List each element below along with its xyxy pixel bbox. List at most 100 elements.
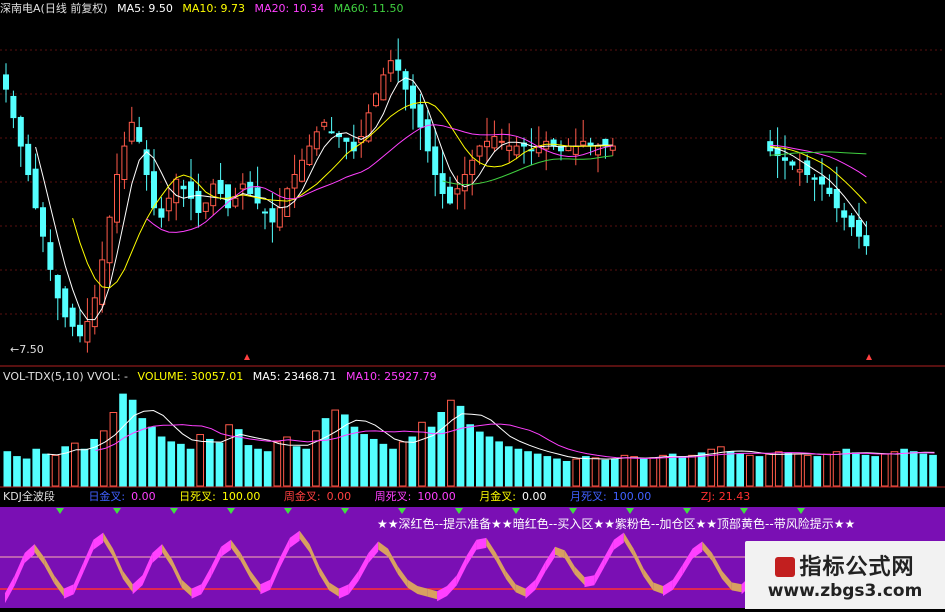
candle-body xyxy=(136,127,143,142)
volume-bar xyxy=(148,426,156,487)
candle-body xyxy=(863,235,870,247)
volume-bar xyxy=(234,429,243,487)
kdj-title: KDJ全波段 xyxy=(3,490,55,503)
volume-bar xyxy=(774,451,783,487)
volume-bar xyxy=(32,448,41,487)
kdj-month-dead-value: 100.00 xyxy=(612,490,652,503)
volume-bar xyxy=(803,454,812,487)
volume-bar xyxy=(196,434,205,487)
candle-body xyxy=(239,183,246,190)
candle-body xyxy=(151,171,157,209)
candle-body xyxy=(580,140,587,146)
candle-body xyxy=(833,189,840,209)
volume-bar xyxy=(167,441,176,487)
volume-bar xyxy=(379,443,388,487)
candle-body xyxy=(54,275,61,299)
volume-bar xyxy=(292,446,301,487)
volume-bar xyxy=(832,451,841,487)
candle-body xyxy=(84,321,91,343)
volume-bar xyxy=(909,451,918,487)
candle-body xyxy=(811,177,818,180)
candle-body xyxy=(550,139,557,147)
candle-body xyxy=(291,174,298,189)
watermark-title-text: 指标公式网 xyxy=(799,555,915,580)
volume-bar xyxy=(601,459,609,487)
candle-body xyxy=(609,145,616,151)
volume-bar xyxy=(871,456,879,487)
kdj-month-dead: 月死叉: 100.00 xyxy=(570,490,657,503)
volume-bar xyxy=(456,405,465,487)
price-ma20: MA20: 10.34 xyxy=(254,2,325,15)
candle-body xyxy=(62,288,69,318)
candle-body xyxy=(461,174,468,192)
volume-bar xyxy=(861,454,870,487)
watermark-url: www.zbgs3.com xyxy=(767,581,923,601)
watermark-title: 指标公式网 xyxy=(745,549,945,581)
candle-body xyxy=(180,185,187,190)
volume-bar xyxy=(929,454,937,487)
volume-bar xyxy=(225,424,233,487)
volume-bar xyxy=(765,453,773,487)
volume-bar xyxy=(476,431,484,487)
kdj-month-golden-value: 0.00 xyxy=(522,490,547,503)
volume-bar xyxy=(659,454,667,487)
candle-body xyxy=(328,131,335,134)
candle-body xyxy=(99,259,106,305)
volume-bar xyxy=(51,454,60,487)
volume-bar xyxy=(504,446,513,487)
volume-bar xyxy=(312,430,320,487)
volume-bar xyxy=(543,456,552,487)
kdj-week-golden-value: 0.00 xyxy=(326,490,352,503)
candle-body xyxy=(195,190,202,213)
kdj-week-golden-label: 周金叉: xyxy=(283,490,321,503)
volume-bar xyxy=(206,438,214,487)
volume-bar xyxy=(514,448,523,487)
volume-value: VOLUME: 30057.01 xyxy=(137,370,244,383)
candle-body xyxy=(469,159,476,175)
volume-bar xyxy=(639,458,648,487)
volume-bar xyxy=(919,453,928,487)
volume-ma10: MA10: 25927.79 xyxy=(345,370,437,383)
volume-bar xyxy=(42,453,50,487)
volume-bar xyxy=(254,448,262,487)
kdj-week-dead-value: 100.00 xyxy=(417,490,456,503)
candle-body xyxy=(447,186,453,204)
volume-bar xyxy=(177,443,185,487)
volume-header: VOL-TDX(5,10) VVOL: - VOLUME: 30057.01 M… xyxy=(0,369,443,385)
candle-body xyxy=(454,188,461,195)
volume-bar xyxy=(186,448,195,487)
volume-bar xyxy=(668,453,677,487)
kdj-legend-note: ★★深红色--提示准备★★暗红色--买入区★★紫粉色--加仓区★★顶部黄色--带… xyxy=(377,517,856,531)
candle-body xyxy=(767,141,774,152)
volume-bar xyxy=(485,436,494,487)
candle-body xyxy=(841,210,848,218)
kdj-week-dead-label: 周死叉: xyxy=(374,490,412,503)
candle-body xyxy=(513,145,520,156)
candle-body xyxy=(173,178,180,204)
kdj-day-dead-label: 日死叉: xyxy=(179,490,216,503)
kdj-week-golden: 周金叉: 0.00 xyxy=(284,490,357,503)
candle-body xyxy=(254,187,261,204)
candle-body xyxy=(491,136,498,149)
candle-body xyxy=(856,219,862,237)
kdj-month-dead-label: 月死叉: xyxy=(570,490,607,503)
kdj-header: KDJ全波段 日金叉: 0.00 日死叉: 100.00 周金叉: 0.00 周死叉:… xyxy=(0,489,756,505)
volume-bar xyxy=(215,442,224,487)
candle-body xyxy=(484,140,490,148)
candle-body xyxy=(402,71,409,90)
volume-bar xyxy=(408,436,417,487)
volume-bar xyxy=(611,458,619,487)
volume-bar xyxy=(447,399,455,487)
volume-bar xyxy=(688,454,696,487)
candle-body xyxy=(91,297,98,328)
candle-body xyxy=(284,188,291,217)
volume-bar xyxy=(80,448,89,487)
candle-body xyxy=(380,74,387,101)
candle-body xyxy=(343,137,350,142)
candle-body xyxy=(417,104,424,128)
candle-body xyxy=(395,59,402,71)
kdj-band-segment xyxy=(476,537,487,550)
volume-bar xyxy=(533,453,542,487)
candle-body xyxy=(476,145,483,157)
volume-bar xyxy=(495,441,503,487)
